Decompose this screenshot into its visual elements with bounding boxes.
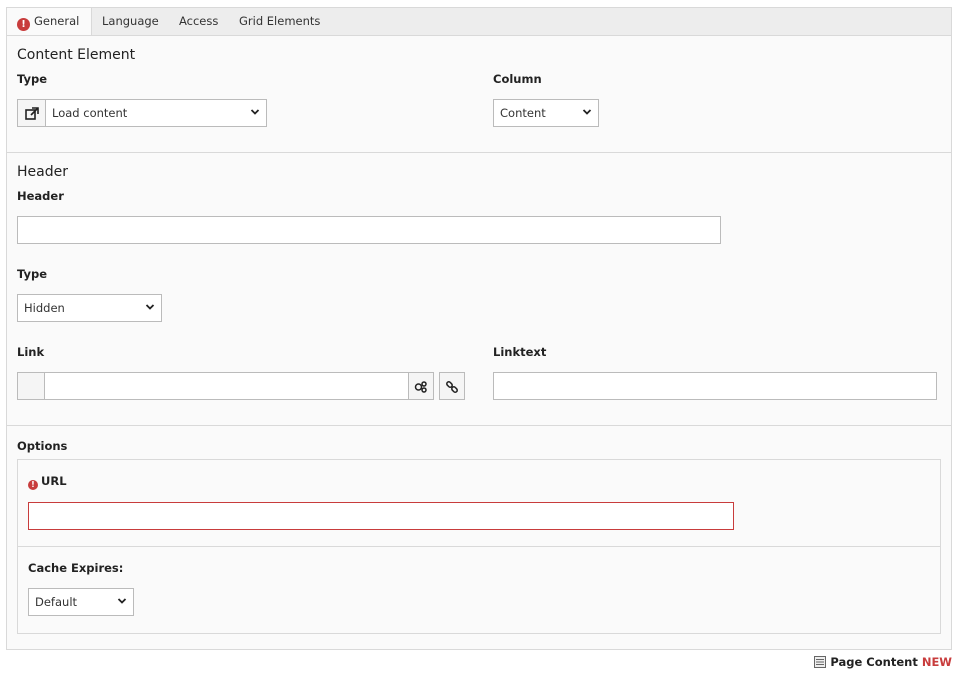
url-label: ! URL — [28, 474, 67, 490]
cache-expires-value: Default — [35, 595, 78, 609]
external-link-icon — [24, 106, 39, 120]
header-label: Header — [17, 189, 64, 203]
options-box: ! URL Cache Expires: Default — [17, 459, 941, 634]
header-type-label: Type — [17, 267, 48, 281]
chevron-down-icon — [145, 295, 155, 321]
chevron-down-icon — [582, 100, 592, 126]
column-value: Content — [500, 106, 546, 120]
content-type-value: Load content — [52, 106, 128, 120]
url-label-text: URL — [41, 474, 67, 488]
linktext-input[interactable] — [493, 372, 937, 400]
chevron-down-icon — [117, 589, 127, 615]
record-status-badge: NEW — [921, 655, 952, 669]
column-select[interactable]: Content — [493, 99, 599, 127]
cache-expires-select[interactable]: Default — [28, 588, 134, 616]
cache-expires-label: Cache Expires: — [28, 561, 124, 575]
page-content-icon — [814, 656, 827, 671]
content-element-title: Content Element — [17, 47, 136, 63]
tab-grid-elements-label: Grid Elements — [239, 14, 321, 28]
tab-general[interactable]: ! General — [7, 8, 93, 37]
tab-language-label: Language — [102, 14, 159, 28]
record-type-label: Page Content — [830, 655, 918, 669]
header-type-value: Hidden — [24, 301, 65, 315]
linktext-label: Linktext — [493, 345, 547, 359]
section-divider — [7, 152, 951, 153]
link-wizard-icon — [414, 380, 427, 393]
tab-grid-elements[interactable]: Grid Elements — [227, 8, 332, 36]
content-type-icon-box — [18, 100, 46, 126]
section-divider — [7, 425, 951, 426]
type-label: Type — [17, 72, 48, 86]
tab-bar: ! General Language Access Grid Elements — [6, 7, 952, 37]
tab-access-label: Access — [179, 14, 219, 28]
record-info: Page Content NEW — [814, 655, 952, 671]
form-panel: Content Element Type Column Load content… — [6, 35, 952, 650]
header-section-title: Header — [17, 164, 68, 180]
error-icon: ! — [28, 480, 38, 490]
header-type-select[interactable]: Hidden — [17, 294, 162, 322]
tab-language[interactable]: Language — [90, 8, 171, 36]
tab-general-label: General — [34, 14, 80, 28]
link-browser-button[interactable] — [439, 372, 465, 400]
link-label: Link — [17, 345, 45, 359]
error-icon: ! — [17, 18, 30, 31]
header-input[interactable] — [17, 216, 721, 244]
chevron-down-icon — [250, 100, 260, 126]
tab-access[interactable]: Access — [167, 8, 230, 36]
column-label: Column — [493, 72, 542, 86]
options-divider — [18, 546, 940, 547]
options-title: Options — [17, 439, 68, 453]
content-type-select[interactable]: Load content — [17, 99, 267, 127]
link-wizard-button[interactable] — [408, 372, 434, 400]
link-prefix — [17, 372, 45, 400]
chain-link-icon — [446, 380, 458, 393]
url-input[interactable] — [28, 502, 734, 530]
link-input[interactable] — [44, 372, 409, 400]
